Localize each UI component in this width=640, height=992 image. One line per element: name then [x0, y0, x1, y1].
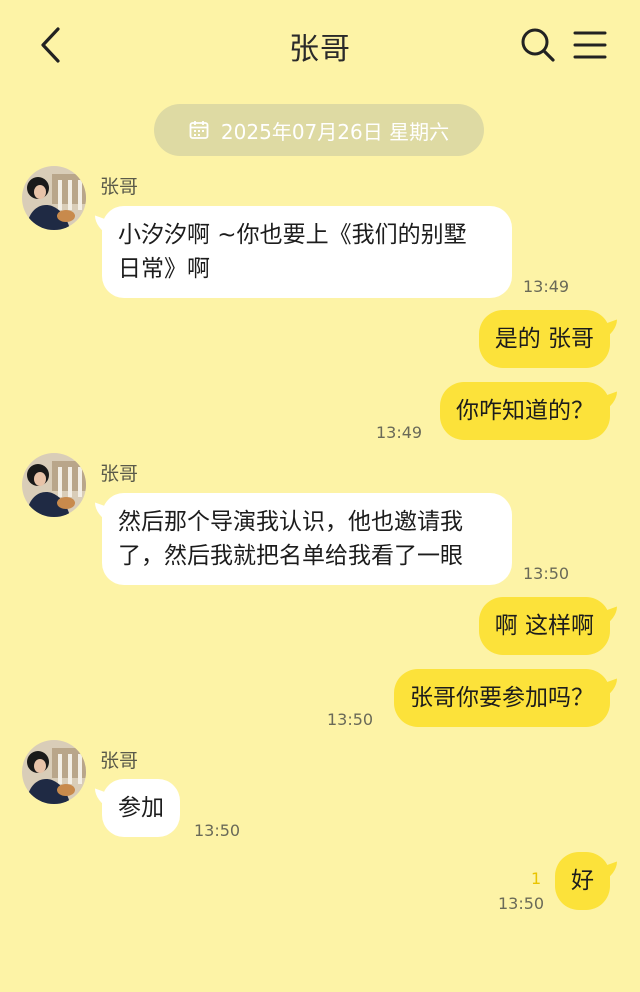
unread-count: 1: [531, 869, 542, 888]
date-divider: 2025年07月26日 星期六: [154, 104, 484, 156]
message-time: 13:49: [523, 277, 570, 296]
menu-icon: [573, 31, 607, 59]
message-time: 13:50: [327, 710, 374, 729]
message-time: 13:50: [523, 564, 570, 583]
date-divider-text: 2025年07月26日 星期六: [220, 119, 450, 144]
message-line: 是的 张哥: [494, 326, 594, 352]
message-line: 日常》啊: [118, 256, 210, 282]
chat-header: 张哥: [0, 0, 640, 92]
message-time: 13:49: [376, 423, 423, 442]
message-bubble-incoming[interactable]: 参加: [102, 779, 180, 837]
search-button[interactable]: [518, 24, 558, 66]
sender-name: 张哥: [100, 750, 139, 772]
message-bubble-incoming[interactable]: 小汐汐啊 ~你也要上《我们的别墅 日常》啊: [102, 206, 512, 298]
message-line: 了，然后我就把名单给我看了一眼: [118, 543, 463, 569]
message-line: 参加: [118, 795, 164, 821]
message-line: 你咋知道的？: [456, 398, 594, 424]
message-line: 然后那个导演我认识，他也邀请我: [118, 509, 463, 535]
menu-button[interactable]: [570, 24, 610, 66]
message-bubble-outgoing[interactable]: 啊 这样啊: [478, 597, 610, 655]
message-bubble-outgoing[interactable]: 是的 张哥: [478, 310, 610, 368]
avatar[interactable]: [22, 166, 86, 230]
avatar[interactable]: [22, 740, 86, 804]
sender-name: 张哥: [100, 463, 139, 485]
message-bubble-outgoing[interactable]: 你咋知道的？: [440, 382, 610, 440]
message-time: 13:50: [194, 821, 241, 840]
search-icon: [521, 28, 555, 62]
message-bubble-outgoing[interactable]: 好: [555, 852, 610, 910]
sender-name: 张哥: [100, 176, 139, 198]
message-time: 13:50: [498, 894, 545, 913]
calendar-icon: [189, 121, 209, 139]
message-bubble-outgoing[interactable]: 张哥你要参加吗？: [394, 669, 610, 727]
message-line: 好: [571, 868, 594, 894]
message-line: 张哥你要参加吗？: [410, 685, 594, 711]
avatar[interactable]: [22, 453, 86, 517]
message-bubble-incoming[interactable]: 然后那个导演我认识，他也邀请我 了，然后我就把名单给我看了一眼: [102, 493, 512, 585]
message-line: 小汐汐啊 ~你也要上《我们的别墅: [118, 222, 467, 248]
message-line: 啊 这样啊: [494, 613, 594, 639]
